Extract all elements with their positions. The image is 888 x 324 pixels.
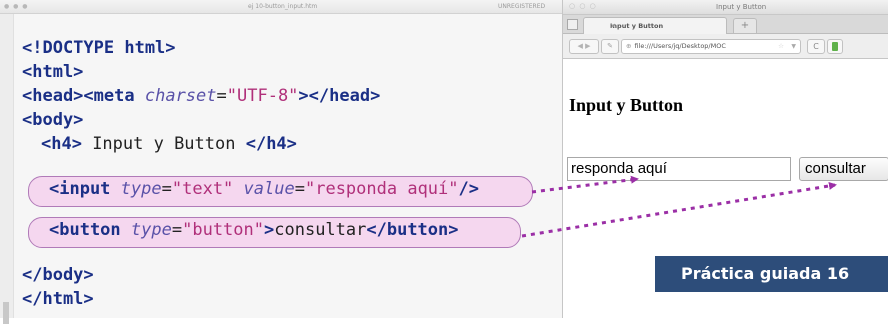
editor-titlebar: ● ● ● ej 10-button_input.htm UNREGISTERE… xyxy=(0,0,565,14)
consultar-button[interactable]: consultar xyxy=(799,157,888,181)
meta-open-tag: <meta xyxy=(83,86,135,106)
doctype-token: <!DOCTYPE html> xyxy=(22,38,176,58)
code-line-doctype: <!DOCTYPE html> xyxy=(22,38,176,58)
button-type-value: "button" xyxy=(182,220,264,240)
head-open-tag: <head> xyxy=(22,86,84,106)
code-line-input: <input type="text" value="responda aquí"… xyxy=(49,179,479,199)
equals-sign: = xyxy=(294,179,305,199)
meta-close-bracket: > xyxy=(298,86,309,106)
code-line-body-open: <body> xyxy=(22,110,83,130)
button-close-tag: </button> xyxy=(366,220,459,240)
button-text: consultar xyxy=(274,220,367,240)
code-line-h4: <h4> Input y Button </h4> xyxy=(41,134,297,154)
editor-file-name: ej 10-button_input.htm xyxy=(248,3,318,10)
back-forward-buttons[interactable]: ◀ ▶ xyxy=(569,39,599,54)
reload-icon[interactable]: C xyxy=(807,39,825,54)
body-open-tag: <body> xyxy=(22,110,84,130)
body-close-tag: </body> xyxy=(22,265,94,285)
tab-bar: Input y Button × + xyxy=(563,15,888,34)
value-attribute: value xyxy=(243,179,295,199)
url-text: file:///Users/jq/Desktop/MOC xyxy=(634,42,726,50)
navigation-bar: ◀ ▶ ✎ ⊕ file:///Users/jq/Desktop/MOC ☆ ▼ … xyxy=(563,34,888,59)
head-close-tag: </head> xyxy=(308,86,381,106)
h4-text: Input y Button xyxy=(81,134,246,154)
equals-sign: = xyxy=(171,220,183,240)
equals-sign: = xyxy=(216,86,227,106)
type-attribute: type xyxy=(120,179,162,199)
browser-window-title: Input y Button xyxy=(716,3,767,11)
browser-titlebar: ○ ○ ○ Input y Button xyxy=(563,0,888,15)
globe-icon: ⊕ xyxy=(626,42,632,50)
code-line-head: <head><meta charset="UTF-8"></head> xyxy=(22,86,380,106)
gutter-marker xyxy=(3,302,9,324)
chevron-down-icon[interactable]: ▼ xyxy=(791,40,796,53)
practice-badge: Práctica guiada 16 xyxy=(655,256,888,292)
h4-open-tag: <h4> xyxy=(41,134,82,154)
value-value: "responda aquí" xyxy=(304,179,459,199)
code-editor-window: ● ● ● ej 10-button_input.htm UNREGISTERE… xyxy=(0,0,566,324)
code-line-html-close: </html> xyxy=(22,289,94,309)
type-attribute: type xyxy=(130,220,172,240)
equals-sign: = xyxy=(161,179,172,199)
forward-icon[interactable]: ▶ xyxy=(585,42,590,50)
window-controls-icon[interactable]: ● ● ● xyxy=(4,3,29,10)
h4-close-tag: </h4> xyxy=(245,134,297,154)
code-line-html-open: <html> xyxy=(22,62,83,82)
tab-title: Input y Button xyxy=(610,22,664,30)
html-open-tag: <html> xyxy=(22,62,84,82)
bookmark-star-icon[interactable]: ☆ xyxy=(778,40,784,53)
input-close-tag: /> xyxy=(458,179,479,199)
editor-license-status: UNREGISTERED xyxy=(498,3,546,10)
input-open-tag: <input xyxy=(49,179,111,199)
sidebar-toggle-icon[interactable] xyxy=(567,19,578,30)
code-line-button: <button type="button">consultar</button> xyxy=(49,220,459,240)
new-tab-button[interactable]: + xyxy=(733,18,757,33)
button-open-tag: <button xyxy=(49,220,121,240)
charset-attribute: charset xyxy=(144,86,217,106)
button-open-bracket: > xyxy=(264,220,275,240)
charset-value: "UTF-8" xyxy=(226,86,299,106)
editor-gutter xyxy=(0,14,14,324)
url-bar[interactable]: ⊕ file:///Users/jq/Desktop/MOC ☆ ▼ xyxy=(621,39,801,54)
browser-tab-active[interactable]: Input y Button × xyxy=(583,17,727,34)
tab-close-icon[interactable]: × xyxy=(610,22,616,30)
html-close-tag: </html> xyxy=(22,289,94,309)
response-input[interactable]: responda aquí xyxy=(567,157,791,181)
back-icon[interactable]: ◀ xyxy=(577,42,582,50)
code-line-body-close: </body> xyxy=(22,265,94,285)
page-heading: Input y Button xyxy=(569,95,684,115)
window-controls-icon[interactable]: ○ ○ ○ xyxy=(569,2,597,10)
type-value: "text" xyxy=(171,179,234,199)
edit-icon[interactable]: ✎ xyxy=(601,39,619,54)
extension-icon[interactable] xyxy=(827,39,843,54)
